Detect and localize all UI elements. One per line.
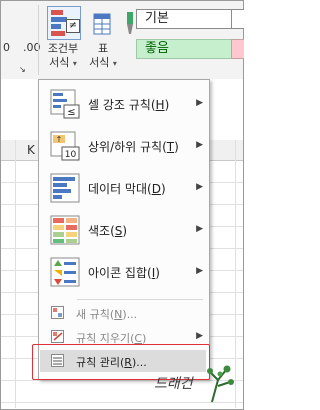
menu-item-label: 셀 강조 규칙(H) [88,98,170,112]
menu-separator [77,299,203,300]
highlight-cells-rules-icon: ≤ [50,89,80,119]
submenu-arrow-icon: ▶ [196,331,203,341]
column-header-k[interactable]: K [27,143,35,157]
style-normal[interactable]: 기본 [136,9,232,29]
svg-text:10: 10 [65,150,77,160]
menu-item-label: 아이콘 집합(I) [88,266,160,280]
style-box-partial [231,9,244,29]
conditional-formatting-icon: ≠ [47,6,81,40]
style-good[interactable]: 좋음 [136,39,232,59]
submenu-arrow-icon: ▶ [196,182,203,192]
top-bottom-rules-icon: ↑ 10 [50,131,80,161]
submenu-arrow-icon: ▶ [196,140,203,150]
clear-rules-icon [51,330,64,343]
table-icon [93,13,111,35]
submenu-arrow-icon: ▶ [196,98,203,108]
menu-item-label: 색조(S) [88,224,128,238]
menu-item-label: 새 규칙(N)... [76,308,138,321]
ribbon-fragment-left: 0 [3,41,10,54]
submenu-arrow-icon: ▶ [196,266,203,276]
menu-item-new-rule[interactable]: 새 규칙(N)... [39,302,209,324]
svg-text:드래건: 드래건 [154,376,194,392]
new-rule-icon [51,306,64,319]
watermark-logo: 드래건 [154,365,234,403]
data-bars-icon [50,173,80,203]
conditional-formatting-label-1: 조건부 [47,42,79,55]
menu-item-label: 상위/하위 규칙(T) [88,140,179,154]
svg-text:≤: ≤ [67,107,75,118]
menu-item-label: 데이터 막대(D) [88,182,166,196]
menu-item-top-bottom-rules[interactable]: ↑ 10 상위/하위 규칙(T) ▶ [39,126,209,168]
menu-item-data-bars[interactable]: 데이터 막대(D) ▶ [39,168,209,210]
color-scales-icon [50,215,80,245]
group-separator [38,5,39,75]
dropdown-arrow-icon: ▾ [72,59,77,68]
svg-text:↑: ↑ [56,135,63,144]
submenu-arrow-icon: ▶ [196,224,203,234]
menu-item-highlight-cells-rules[interactable]: ≤ 셀 강조 규칙(H) ▶ [39,84,209,126]
format-as-table-label-1: 표 [97,42,109,55]
icon-sets-icon [50,257,80,287]
format-as-table-label-2: 서식 ▾ [89,56,117,69]
style-bad-partial [231,39,244,59]
conditional-formatting-label-2: 서식 ▾ [49,56,77,69]
conditional-formatting-menu: ≤ 셀 강조 규칙(H) ▶ ↑ 10 상위/하위 규칙(T) ▶ 데이터 막대… [38,79,210,380]
ribbon: 0 .00 ↘ ≠ 조건부 서식 ▾ 표 서식 ▾ 기본 좋음 [1,1,244,79]
dropdown-arrow-icon: ▾ [112,59,117,68]
dialog-launcher-icon[interactable]: ↘ [19,65,26,74]
menu-item-color-scales[interactable]: 색조(S) ▶ [39,210,209,252]
cell-styles-brush-icon[interactable] [124,11,136,35]
menu-item-icon-sets[interactable]: 아이콘 집합(I) ▶ [39,252,209,294]
